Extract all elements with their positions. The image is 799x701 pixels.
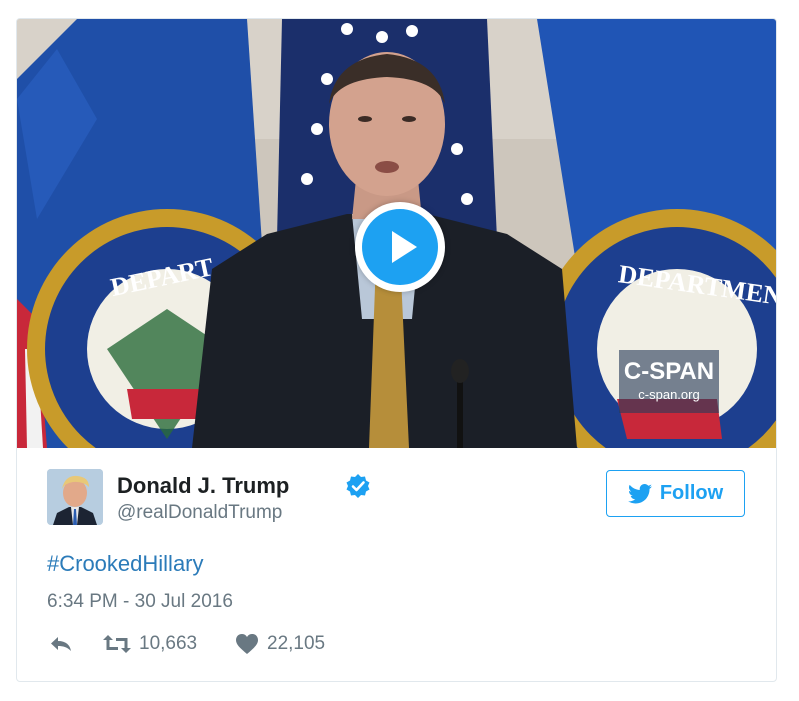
watermark-title: C-SPAN [623,358,715,385]
retweet-button[interactable]: 10,663 [103,629,197,659]
twitter-bird-icon [627,483,652,503]
verified-badge-icon [346,474,370,498]
reply-button[interactable] [49,629,73,659]
follow-button[interactable]: Follow [606,470,745,517]
watermark-url: c-span.org [638,387,700,402]
cspan-watermark: C-SPAN c-span.org [619,350,719,413]
follow-label: Follow [659,482,724,504]
embedded-tweet-card: DEPART DEPARTMEN C-SPAN c-span.org Donal… [16,18,777,682]
play-button-circle [362,209,438,285]
like-count: 22,105 [267,633,326,654]
avatar-image [47,469,103,525]
author-name[interactable]: Donald J. Trump [117,473,289,499]
tweet-actions: 10,663 22,105 [47,629,447,659]
avatar[interactable] [47,469,103,525]
play-button[interactable] [355,202,445,292]
retweet-icon [103,635,131,653]
reply-icon [51,637,71,651]
video-media[interactable]: DEPART DEPARTMEN C-SPAN c-span.org [17,19,776,448]
tweet-timestamp[interactable]: 6:34 PM - 30 Jul 2016 [47,591,233,613]
play-icon [392,231,417,263]
heart-icon [236,634,258,654]
tweet-author: Donald J. Trump @realDonaldTrump [47,469,370,525]
retweet-count: 10,663 [139,633,198,654]
like-button[interactable]: 22,105 [235,629,325,659]
hashtag-link[interactable]: #CrookedHillary [47,551,204,577]
author-handle[interactable]: @realDonaldTrump [117,502,282,524]
